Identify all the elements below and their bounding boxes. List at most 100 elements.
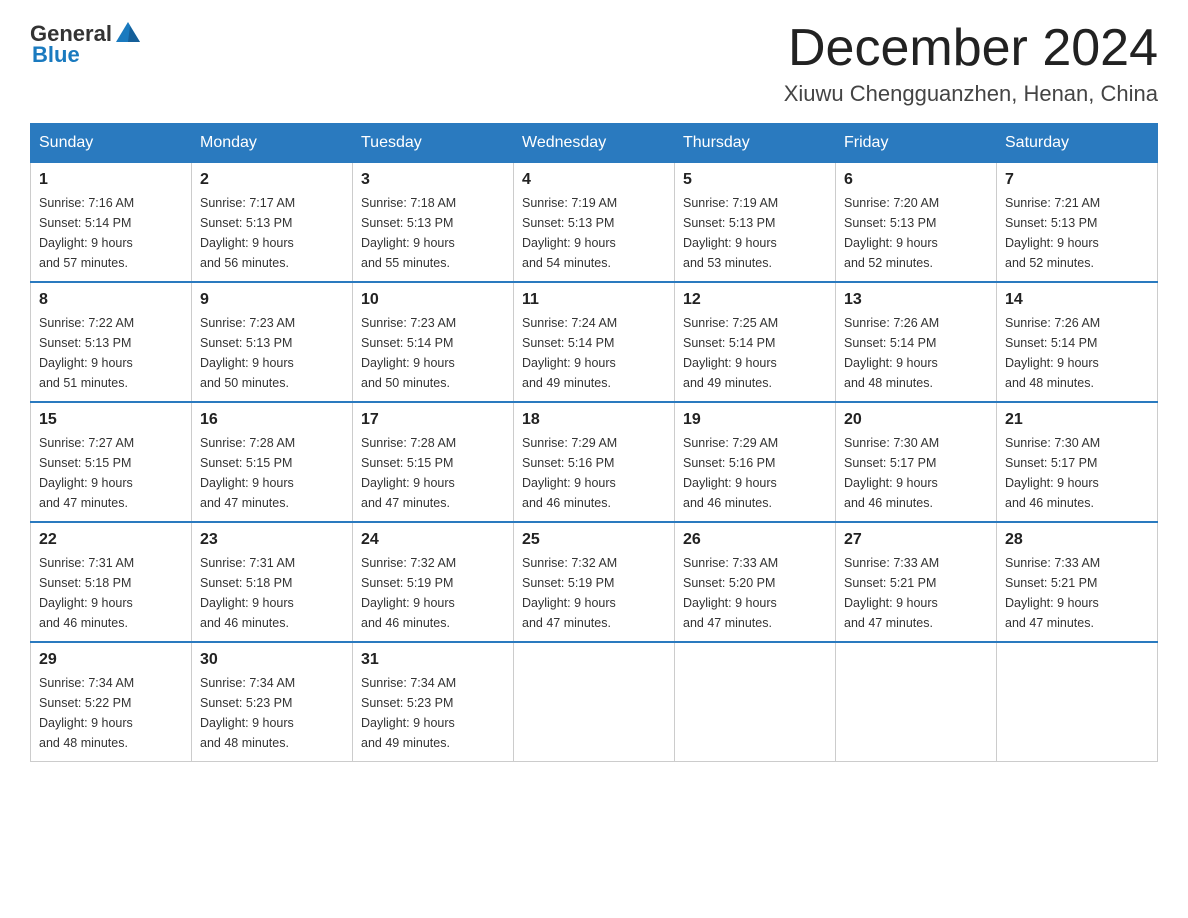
- day-number: 12: [683, 291, 827, 309]
- day-info: Sunrise: 7:31 AMSunset: 5:18 PMDaylight:…: [39, 553, 183, 633]
- day-number: 2: [200, 171, 344, 189]
- day-number: 18: [522, 411, 666, 429]
- day-number: 16: [200, 411, 344, 429]
- day-info: Sunrise: 7:20 AMSunset: 5:13 PMDaylight:…: [844, 193, 988, 273]
- day-info: Sunrise: 7:30 AMSunset: 5:17 PMDaylight:…: [844, 433, 988, 513]
- calendar-week-row: 15Sunrise: 7:27 AMSunset: 5:15 PMDayligh…: [31, 402, 1158, 522]
- day-info: Sunrise: 7:25 AMSunset: 5:14 PMDaylight:…: [683, 313, 827, 393]
- day-number: 23: [200, 531, 344, 549]
- day-number: 8: [39, 291, 183, 309]
- day-number: 9: [200, 291, 344, 309]
- page-header: General Blue December 2024 Xiuwu Chenggu…: [30, 20, 1158, 107]
- calendar-cell: 8Sunrise: 7:22 AMSunset: 5:13 PMDaylight…: [31, 282, 192, 402]
- day-info: Sunrise: 7:34 AMSunset: 5:22 PMDaylight:…: [39, 673, 183, 753]
- calendar-header-thursday: Thursday: [675, 124, 836, 163]
- day-info: Sunrise: 7:32 AMSunset: 5:19 PMDaylight:…: [522, 553, 666, 633]
- day-number: 29: [39, 651, 183, 669]
- calendar-header-saturday: Saturday: [997, 124, 1158, 163]
- calendar-cell: 7 Sunrise: 7:21 AMSunset: 5:13 PMDaylight…: [997, 163, 1158, 283]
- day-number: 21: [1005, 411, 1149, 429]
- calendar-cell: [514, 642, 675, 762]
- day-number: 7: [1005, 171, 1149, 189]
- day-number: 24: [361, 531, 505, 549]
- calendar-cell: 10Sunrise: 7:23 AMSunset: 5:14 PMDayligh…: [353, 282, 514, 402]
- calendar-table: SundayMondayTuesdayWednesdayThursdayFrid…: [30, 123, 1158, 762]
- calendar-cell: 15Sunrise: 7:27 AMSunset: 5:15 PMDayligh…: [31, 402, 192, 522]
- day-info: Sunrise: 7:16 AMSunset: 5:14 PMDaylight:…: [39, 193, 183, 273]
- day-number: 3: [361, 171, 505, 189]
- calendar-header-row: SundayMondayTuesdayWednesdayThursdayFrid…: [31, 124, 1158, 163]
- calendar-cell: 30 Sunrise: 7:34 AMSunset: 5:23 PMDayligh…: [192, 642, 353, 762]
- day-info: Sunrise: 7:29 AMSunset: 5:16 PMDaylight:…: [522, 433, 666, 513]
- day-info: Sunrise: 7:23 AMSunset: 5:13 PMDaylight:…: [200, 313, 344, 393]
- calendar-cell: 25 Sunrise: 7:32 AMSunset: 5:19 PMDayligh…: [514, 522, 675, 642]
- calendar-week-row: 1 Sunrise: 7:16 AMSunset: 5:14 PMDaylight…: [31, 163, 1158, 283]
- day-info: Sunrise: 7:26 AMSunset: 5:14 PMDaylight:…: [1005, 313, 1149, 393]
- calendar-cell: 28 Sunrise: 7:33 AMSunset: 5:21 PMDayligh…: [997, 522, 1158, 642]
- calendar-cell: 29 Sunrise: 7:34 AMSunset: 5:22 PMDayligh…: [31, 642, 192, 762]
- day-info: Sunrise: 7:28 AMSunset: 5:15 PMDaylight:…: [361, 433, 505, 513]
- day-number: 20: [844, 411, 988, 429]
- day-number: 31: [361, 651, 505, 669]
- day-number: 27: [844, 531, 988, 549]
- calendar-cell: [675, 642, 836, 762]
- day-info: Sunrise: 7:29 AMSunset: 5:16 PMDaylight:…: [683, 433, 827, 513]
- calendar-week-row: 29 Sunrise: 7:34 AMSunset: 5:22 PMDayligh…: [31, 642, 1158, 762]
- day-info: Sunrise: 7:19 AMSunset: 5:13 PMDaylight:…: [522, 193, 666, 273]
- day-number: 30: [200, 651, 344, 669]
- day-info: Sunrise: 7:33 AMSunset: 5:21 PMDaylight:…: [844, 553, 988, 633]
- day-info: Sunrise: 7:19 AMSunset: 5:13 PMDaylight:…: [683, 193, 827, 273]
- calendar-cell: 21 Sunrise: 7:30 AMSunset: 5:17 PMDayligh…: [997, 402, 1158, 522]
- day-info: Sunrise: 7:34 AMSunset: 5:23 PMDaylight:…: [361, 673, 505, 753]
- day-info: Sunrise: 7:28 AMSunset: 5:15 PMDaylight:…: [200, 433, 344, 513]
- day-number: 5: [683, 171, 827, 189]
- calendar-cell: 17 Sunrise: 7:28 AMSunset: 5:15 PMDayligh…: [353, 402, 514, 522]
- day-number: 1: [39, 171, 183, 189]
- day-number: 19: [683, 411, 827, 429]
- day-info: Sunrise: 7:18 AMSunset: 5:13 PMDaylight:…: [361, 193, 505, 273]
- calendar-cell: 19 Sunrise: 7:29 AMSunset: 5:16 PMDayligh…: [675, 402, 836, 522]
- calendar-header-sunday: Sunday: [31, 124, 192, 163]
- day-number: 25: [522, 531, 666, 549]
- day-info: Sunrise: 7:30 AMSunset: 5:17 PMDaylight:…: [1005, 433, 1149, 513]
- day-info: Sunrise: 7:33 AMSunset: 5:20 PMDaylight:…: [683, 553, 827, 633]
- calendar-header-friday: Friday: [836, 124, 997, 163]
- calendar-cell: 16 Sunrise: 7:28 AMSunset: 5:15 PMDayligh…: [192, 402, 353, 522]
- day-info: Sunrise: 7:21 AMSunset: 5:13 PMDaylight:…: [1005, 193, 1149, 273]
- calendar-cell: 14 Sunrise: 7:26 AMSunset: 5:14 PMDayligh…: [997, 282, 1158, 402]
- calendar-cell: 22 Sunrise: 7:31 AMSunset: 5:18 PMDayligh…: [31, 522, 192, 642]
- month-title: December 2024: [784, 20, 1158, 77]
- day-number: 10: [361, 291, 505, 309]
- calendar-cell: 9 Sunrise: 7:23 AMSunset: 5:13 PMDaylight…: [192, 282, 353, 402]
- calendar-cell: 18 Sunrise: 7:29 AMSunset: 5:16 PMDayligh…: [514, 402, 675, 522]
- day-number: 4: [522, 171, 666, 189]
- calendar-header-monday: Monday: [192, 124, 353, 163]
- day-info: Sunrise: 7:26 AMSunset: 5:14 PMDaylight:…: [844, 313, 988, 393]
- calendar-cell: 12 Sunrise: 7:25 AMSunset: 5:14 PMDayligh…: [675, 282, 836, 402]
- calendar-cell: 5 Sunrise: 7:19 AMSunset: 5:13 PMDaylight…: [675, 163, 836, 283]
- calendar-cell: 1 Sunrise: 7:16 AMSunset: 5:14 PMDaylight…: [31, 163, 192, 283]
- calendar-cell: 31 Sunrise: 7:34 AMSunset: 5:23 PMDayligh…: [353, 642, 514, 762]
- calendar-cell: [836, 642, 997, 762]
- calendar-cell: [997, 642, 1158, 762]
- calendar-cell: 11Sunrise: 7:24 AMSunset: 5:14 PMDayligh…: [514, 282, 675, 402]
- calendar-cell: 26Sunrise: 7:33 AMSunset: 5:20 PMDayligh…: [675, 522, 836, 642]
- calendar-cell: 23 Sunrise: 7:31 AMSunset: 5:18 PMDayligh…: [192, 522, 353, 642]
- calendar-week-row: 22 Sunrise: 7:31 AMSunset: 5:18 PMDayligh…: [31, 522, 1158, 642]
- day-number: 15: [39, 411, 183, 429]
- day-number: 28: [1005, 531, 1149, 549]
- calendar-cell: 6Sunrise: 7:20 AMSunset: 5:13 PMDaylight…: [836, 163, 997, 283]
- day-info: Sunrise: 7:33 AMSunset: 5:21 PMDaylight:…: [1005, 553, 1149, 633]
- calendar-cell: 27 Sunrise: 7:33 AMSunset: 5:21 PMDayligh…: [836, 522, 997, 642]
- calendar-header-wednesday: Wednesday: [514, 124, 675, 163]
- day-number: 17: [361, 411, 505, 429]
- day-info: Sunrise: 7:34 AMSunset: 5:23 PMDaylight:…: [200, 673, 344, 753]
- day-number: 22: [39, 531, 183, 549]
- day-info: Sunrise: 7:31 AMSunset: 5:18 PMDaylight:…: [200, 553, 344, 633]
- logo-blue-text: Blue: [32, 42, 80, 68]
- calendar-cell: 13Sunrise: 7:26 AMSunset: 5:14 PMDayligh…: [836, 282, 997, 402]
- location-title: Xiuwu Chengguanzhen, Henan, China: [784, 81, 1158, 107]
- day-number: 14: [1005, 291, 1149, 309]
- day-info: Sunrise: 7:17 AMSunset: 5:13 PMDaylight:…: [200, 193, 344, 273]
- day-info: Sunrise: 7:24 AMSunset: 5:14 PMDaylight:…: [522, 313, 666, 393]
